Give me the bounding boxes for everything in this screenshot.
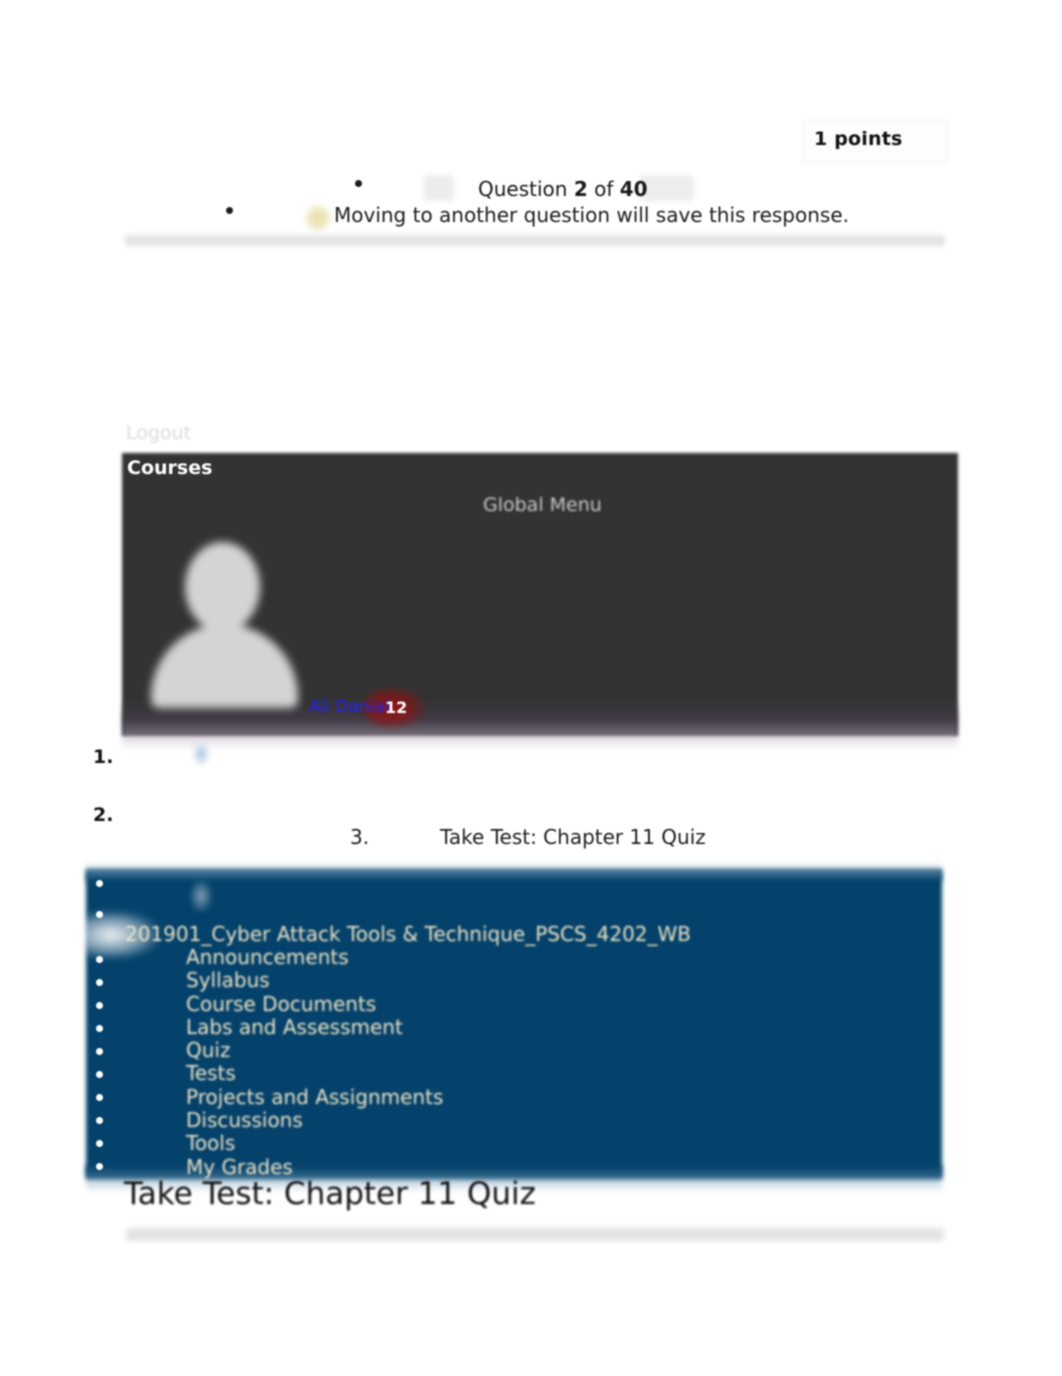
quiz-page: 1 points Question 2 of 40 Moving to anot… <box>0 0 1062 1376</box>
next-question-button[interactable] <box>640 175 694 201</box>
notification-count-badge[interactable]: 12 <box>385 698 407 717</box>
course-menu-bullet <box>96 1071 103 1078</box>
course-menu-item[interactable]: Quiz <box>186 1038 443 1062</box>
previous-question-button[interactable] <box>424 175 454 201</box>
avatar-body <box>151 624 298 708</box>
list-marker-1: 1. <box>93 746 114 768</box>
courses-tab[interactable]: Courses <box>127 457 212 479</box>
course-menu-top-fade <box>86 862 942 880</box>
question-number: 2 <box>573 177 588 201</box>
top-divider-bar <box>125 235 945 246</box>
course-title-link[interactable]: 201901_Cyber Attack Tools & Technique_PS… <box>125 922 691 946</box>
question-total: 40 <box>619 177 648 201</box>
global-menu-label: Global Menu <box>483 494 602 516</box>
course-menu-bullet <box>96 1117 103 1124</box>
user-name-link[interactable]: Ali Danial <box>309 697 390 717</box>
breadcrumb-current-page: Take Test: Chapter 11 Quiz <box>440 825 706 849</box>
course-menu-item[interactable]: Syllabus <box>186 968 443 992</box>
course-menu-refresh-icon[interactable] <box>190 880 212 912</box>
question-counter-prefix: Question <box>478 177 568 201</box>
page-title: Take Test: Chapter 11 Quiz <box>124 1176 536 1212</box>
save-status-icon <box>303 203 333 233</box>
course-menu-item[interactable]: Tests <box>186 1062 443 1086</box>
course-menu-item[interactable]: Course Documents <box>186 992 443 1016</box>
course-menu-bullet <box>96 1002 103 1009</box>
question-counter: Question 2 of 40 <box>478 177 648 201</box>
course-menu-item[interactable]: Tools <box>186 1132 443 1156</box>
course-menu-item[interactable]: Discussions <box>186 1108 443 1132</box>
logout-link[interactable]: Logout <box>126 422 191 444</box>
list-marker-3: 3. <box>350 825 370 849</box>
course-menu-list: Announcements Syllabus Course Documents Lab… <box>186 945 443 1179</box>
course-menu-bullet <box>96 1140 103 1147</box>
question-list-bullet <box>355 180 362 187</box>
course-menu-bullet <box>96 979 103 986</box>
course-menu-bullet <box>96 911 103 918</box>
course-menu-item[interactable]: Projects and Assignments <box>186 1085 443 1109</box>
breadcrumb-home-icon[interactable] <box>192 742 210 766</box>
list-marker-2: 2. <box>93 804 114 826</box>
course-menu-bullet <box>96 1163 103 1170</box>
user-avatar-icon[interactable] <box>145 538 307 708</box>
course-menu-item[interactable]: Labs and Assessment <box>186 1015 443 1039</box>
course-menu-bullet <box>96 956 103 963</box>
course-menu-bullet <box>96 880 103 887</box>
course-menu-bullet <box>96 1094 103 1101</box>
save-response-note: Moving to another question will save thi… <box>334 203 849 227</box>
save-note-list-bullet <box>226 207 233 214</box>
course-menu-bullet <box>96 1025 103 1032</box>
course-menu-bullet <box>96 1048 103 1055</box>
bottom-divider-bar <box>126 1228 944 1241</box>
course-menu-item[interactable]: Announcements <box>186 945 443 969</box>
avatar-head <box>185 542 260 632</box>
question-counter-mid: of <box>594 177 614 201</box>
points-value: 1 points <box>814 128 903 150</box>
